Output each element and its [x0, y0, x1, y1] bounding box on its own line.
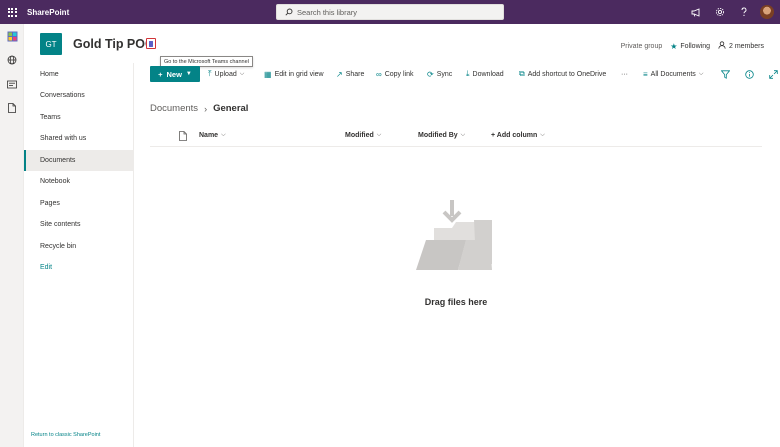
- column-modified[interactable]: Modified ⌵: [345, 132, 381, 139]
- add-column-button[interactable]: + Add column ⌵: [491, 132, 545, 139]
- download-label: Download: [472, 70, 504, 78]
- edit-grid-view-button[interactable]: ▦ Edit in grid view: [264, 65, 324, 83]
- sharepoint-app-icon[interactable]: [0, 24, 24, 48]
- chevron-down-icon: ⌵: [698, 70, 704, 77]
- nav-item-site-contents[interactable]: Site contents: [24, 214, 134, 235]
- members-button[interactable]: 2 members: [718, 41, 764, 51]
- shortcut-label: Add shortcut to OneDrive: [527, 70, 607, 78]
- view-label: All Documents: [650, 70, 696, 78]
- upload-label: Upload: [214, 70, 237, 78]
- add-shortcut-button[interactable]: ⧉ Add shortcut to OneDrive: [519, 65, 606, 83]
- column-header-row: Name ⌵ Modified ⌵ Modified By ⌵ + Add co…: [150, 128, 762, 147]
- brand-name[interactable]: SharePoint: [27, 8, 69, 17]
- info-button[interactable]: [745, 65, 754, 83]
- share-label: Share: [345, 70, 365, 78]
- more-icon: ···: [621, 70, 628, 78]
- chevron-down-icon: ⌵: [460, 132, 466, 138]
- download-button[interactable]: ⤓ Download: [466, 65, 504, 83]
- nav-item-documents[interactable]: Documents: [24, 150, 134, 171]
- avatar[interactable]: [760, 5, 774, 19]
- chevron-right-icon: ›: [204, 103, 208, 114]
- return-to-classic-link[interactable]: Return to classic SharePoint: [31, 432, 100, 438]
- nav-edit-link[interactable]: Edit: [24, 257, 134, 278]
- nav-item-recycle-bin[interactable]: Recycle bin: [24, 236, 134, 257]
- follow-button[interactable]: ★ Following: [670, 42, 710, 51]
- help-icon[interactable]: [732, 0, 756, 24]
- command-bar: + New ▼ ⤒ Upload ⌵ ▦ Edit in grid view ↗…: [150, 65, 778, 83]
- breadcrumb: Documents › General: [150, 103, 248, 114]
- teams-icon: [149, 40, 153, 47]
- link-icon: ∞: [376, 69, 382, 79]
- nav-item-conversations[interactable]: Conversations: [24, 85, 134, 106]
- new-label: New: [166, 69, 182, 79]
- column-name-label: Name: [199, 132, 219, 139]
- add-column-label: + Add column: [491, 132, 538, 139]
- chevron-down-icon: ⌵: [540, 132, 545, 138]
- chevron-down-icon: ⌵: [239, 70, 245, 77]
- globe-icon[interactable]: [0, 48, 24, 72]
- teams-channel-button[interactable]: [146, 38, 156, 49]
- suite-bar: SharePoint Search this library: [0, 0, 780, 24]
- left-navigation: Home Conversations Teams Shared with us …: [24, 63, 134, 447]
- breadcrumb-current: General: [213, 103, 249, 114]
- document-icon[interactable]: [0, 96, 24, 120]
- chevron-down-icon: ▼: [185, 71, 192, 77]
- privacy-label: Private group: [620, 42, 663, 50]
- view-switcher[interactable]: ≡ All Documents ⌵: [643, 65, 703, 83]
- site-logo-initials: GT: [45, 39, 57, 49]
- nav-item-notebook[interactable]: Notebook: [24, 171, 134, 192]
- copy-link-button[interactable]: ∞ Copy link: [376, 65, 414, 83]
- nav-item-shared-with-us[interactable]: Shared with us: [24, 128, 134, 149]
- share-button[interactable]: ↗ Share: [336, 65, 364, 83]
- share-icon: ↗: [336, 69, 343, 79]
- waffle-icon[interactable]: [0, 0, 24, 24]
- sync-label: Sync: [436, 70, 453, 78]
- site-header-actions: Private group ★ Following 2 members: [621, 41, 764, 51]
- expand-icon: [769, 69, 778, 79]
- column-modified-label: Modified: [345, 132, 374, 139]
- download-icon: ⤓: [466, 69, 470, 78]
- members-label: 2 members: [728, 42, 764, 50]
- info-icon: [745, 69, 754, 79]
- app-bar: [0, 24, 24, 447]
- expand-button[interactable]: [769, 65, 778, 83]
- grid-label: Edit in grid view: [274, 70, 324, 78]
- empty-folder-illustration: [414, 198, 494, 276]
- star-icon: ★: [670, 41, 678, 51]
- follow-label: Following: [680, 42, 710, 50]
- person-icon: [718, 41, 726, 51]
- nav-item-home[interactable]: Home: [24, 64, 134, 85]
- search-input[interactable]: Search this library: [297, 8, 357, 17]
- site-logo[interactable]: GT: [40, 33, 62, 55]
- empty-state-text: Drag files here: [424, 297, 488, 307]
- megaphone-icon[interactable]: [684, 0, 708, 24]
- plus-icon: +: [158, 69, 163, 79]
- site-title[interactable]: Gold Tip POC: [73, 37, 154, 51]
- gear-icon[interactable]: [708, 0, 732, 24]
- column-modified-by-label: Modified By: [418, 132, 458, 139]
- shortcut-icon: ⧉: [519, 69, 525, 78]
- upload-icon: ⤒: [208, 69, 212, 78]
- chevron-down-icon: ⌵: [221, 132, 226, 138]
- nav-item-pages[interactable]: Pages: [24, 193, 134, 214]
- breadcrumb-documents[interactable]: Documents: [150, 103, 198, 114]
- sync-button[interactable]: ⟳ Sync: [427, 65, 452, 83]
- search-icon: [285, 8, 293, 16]
- filter-icon: [721, 69, 730, 79]
- filter-button[interactable]: [721, 65, 730, 83]
- column-modified-by[interactable]: Modified By ⌵: [418, 132, 465, 139]
- list-icon: ≡: [643, 69, 648, 79]
- new-button[interactable]: + New ▼: [150, 66, 200, 82]
- more-button[interactable]: ···: [621, 65, 628, 83]
- nav-item-teams[interactable]: Teams: [24, 107, 134, 128]
- news-icon[interactable]: [0, 72, 24, 96]
- upload-button[interactable]: ⤒ Upload ⌵: [208, 65, 244, 83]
- copy-link-label: Copy link: [384, 70, 414, 78]
- search-box[interactable]: Search this library: [276, 4, 504, 20]
- file-type-icon[interactable]: [179, 131, 187, 143]
- sync-icon: ⟳: [427, 69, 434, 79]
- column-name[interactable]: Name ⌵: [199, 132, 226, 139]
- grid-icon: ▦: [264, 69, 272, 79]
- chevron-down-icon: ⌵: [376, 132, 382, 138]
